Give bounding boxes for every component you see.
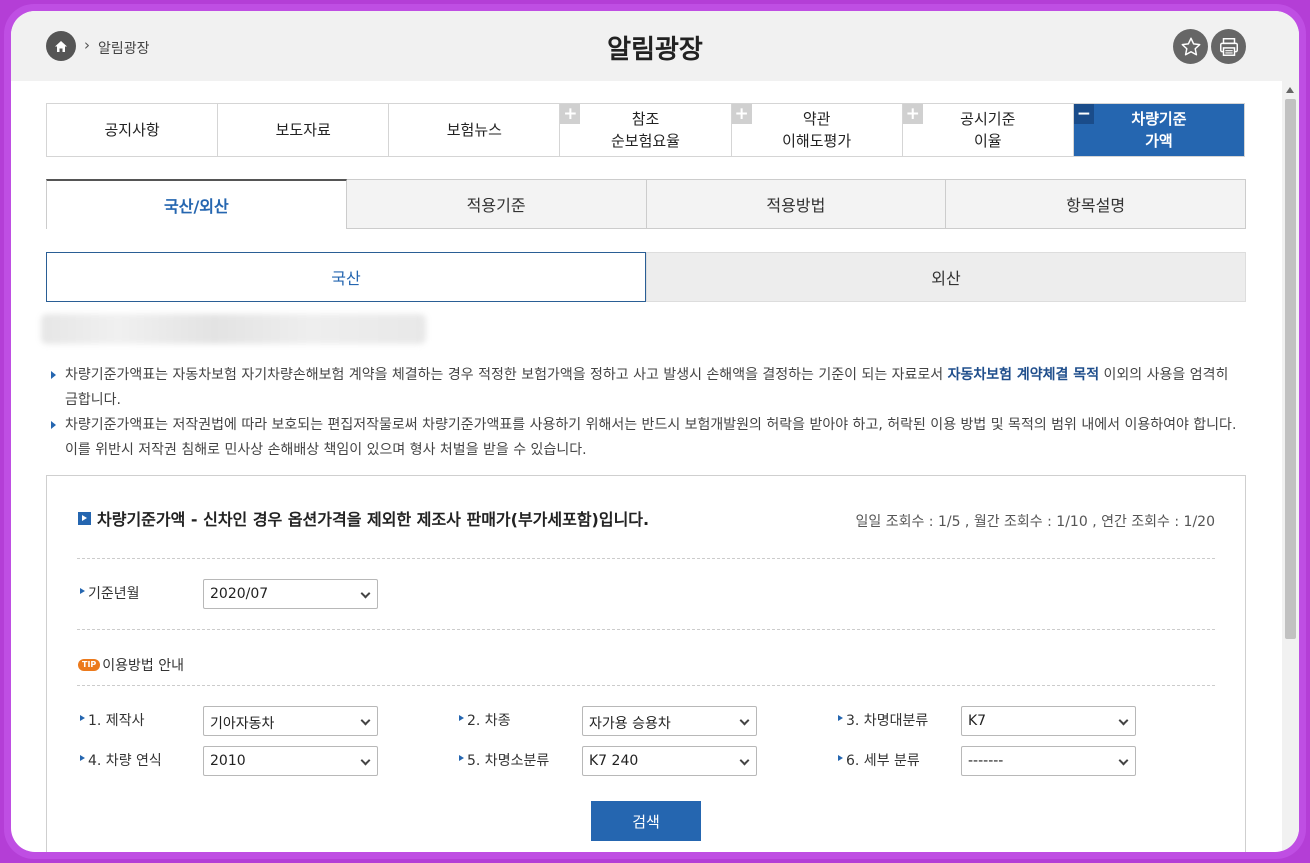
favorite-button[interactable] [1173, 29, 1208, 64]
tab-label: 보도자료 [275, 121, 331, 139]
notice-item: 차량기준가액표는 자동차보험 자기차량손해보험 계약을 체결하는 경우 적정한 … [49, 363, 1244, 413]
tab-item-description[interactable]: 항목설명 [946, 179, 1246, 229]
select-value: ------- [968, 753, 1004, 769]
chevron-down-icon [739, 715, 750, 726]
divider [77, 629, 1215, 630]
page-title: 알림광장 [607, 35, 703, 65]
print-button[interactable] [1211, 29, 1246, 64]
tab-foreign[interactable]: 외산 [646, 252, 1246, 302]
divider [77, 685, 1215, 686]
panel-title-text: 차량기준가액 - 신차인 경우 옵션가격을 제외한 제조사 판매가(부가세포함)… [97, 510, 650, 529]
sub-tabs: 국산/외산 적용기준 적용방법 항목설명 [46, 179, 1246, 229]
expand-plus-icon[interactable]: + [731, 104, 752, 124]
expand-plus-icon[interactable]: + [902, 104, 923, 124]
model-major-label: 3. 차명대분류 [836, 710, 928, 730]
chevron-down-icon [360, 588, 371, 599]
model-year-label: 4. 차량 연식 [78, 750, 162, 770]
tab-reference-rates[interactable]: + 참조순보험요율 [560, 104, 732, 156]
chevron-down-icon [1118, 715, 1129, 726]
base-month-select[interactable]: 2020/07 [203, 579, 378, 609]
detail-class-select[interactable]: ------- [961, 746, 1136, 776]
vertical-scrollbar[interactable] [1282, 81, 1299, 852]
view-counts: 일일 조회수 : 1/5 , 월간 조회수 : 1/10 , 연간 조회수 : … [855, 514, 1215, 530]
collapse-minus-icon[interactable]: − [1073, 104, 1094, 124]
base-month-label: 기준년월 [78, 583, 140, 603]
notice-text: 차량기준가액표는 자동차보험 자기차량손해보험 계약을 체결하는 경우 적정한 … [65, 367, 948, 383]
notice-highlight: 자동차보험 계약체결 목적 [947, 367, 1100, 383]
search-button[interactable]: 검색 [591, 801, 701, 841]
vehicle-type-select[interactable]: 자가용 승용차 [582, 706, 757, 736]
tab-insurance-news[interactable]: 보험뉴스 [389, 104, 561, 156]
tab-label-line2: 이해도평가 [782, 132, 852, 150]
chevron-down-icon [739, 755, 750, 766]
model-minor-select[interactable]: K7 240 [582, 746, 757, 776]
select-value: 자가용 승용차 [589, 716, 671, 732]
tab-label-line1: 차량기준 [1131, 110, 1187, 128]
tab-disclosure-rate[interactable]: + 공시기준이율 [902, 104, 1074, 156]
tab-label-line1: 공시기준 [960, 110, 1016, 128]
usage-guide-link[interactable]: TIP 이용방법 안내 [78, 655, 184, 675]
usage-notice: 차량기준가액표는 자동차보험 자기차량손해보험 계약을 체결하는 경우 적정한 … [49, 363, 1244, 463]
tab-label-line2: 이율 [973, 132, 1002, 150]
manufacturer-label: 1. 제작사 [78, 710, 144, 730]
panel-title: 차량기준가액 - 신차인 경우 옵션가격을 제외한 제조사 판매가(부가세포함)… [78, 506, 649, 530]
printer-icon [1219, 37, 1238, 56]
select-value: 2010 [210, 753, 246, 769]
tab-label: 보험뉴스 [446, 121, 502, 139]
tab-domestic[interactable]: 국산 [46, 252, 646, 302]
select-value: 2020/07 [210, 586, 269, 602]
usage-guide-label: 이용방법 안내 [102, 658, 185, 674]
select-value: 기아자동차 [210, 716, 275, 732]
model-minor-label: 5. 차명소분류 [457, 750, 549, 770]
tab-vehicle-value[interactable]: − 차량기준가액 [1073, 104, 1244, 156]
tab-label-line1: 참조 [631, 110, 660, 128]
notice-text: 차량기준가액표는 저작권법에 따라 보호되는 편집저작물로써 차량기준가액표를 … [65, 417, 1237, 458]
tab-press-releases[interactable]: 보도자료 [218, 104, 390, 156]
scroll-up-arrow-icon[interactable] [1286, 87, 1294, 93]
expand-plus-icon[interactable]: + [560, 104, 581, 124]
tab-application-method[interactable]: 적용방법 [646, 179, 947, 229]
select-value: K7 [968, 713, 987, 729]
detail-class-label: 6. 세부 분류 [836, 750, 920, 770]
chevron-down-icon [1118, 755, 1129, 766]
window-frame: › 알림광장 알림광장 공지사항 보도자료 보험뉴스 + 참조 순보험요율 + … [4, 4, 1306, 859]
notice-item: 차량기준가액표는 저작권법에 따라 보호되는 편집저작물로써 차량기준가액표를 … [49, 413, 1244, 463]
select-value: K7 240 [589, 753, 639, 769]
category-tabs: 공지사항 보도자료 보험뉴스 + 참조순보험요율 + 약관이해도평가 + 공시기… [46, 103, 1245, 157]
tab-terms-evaluation[interactable]: + 약관이해도평가 [731, 104, 903, 156]
chevron-down-icon [360, 715, 371, 726]
tab-label: 공지사항 [104, 121, 160, 139]
vehicle-type-label: 2. 차종 [457, 710, 511, 730]
tab-notices[interactable]: 공지사항 [47, 104, 219, 156]
tab-label-line1: 약관 [802, 110, 831, 128]
divider [77, 558, 1215, 559]
model-year-select[interactable]: 2010 [203, 746, 378, 776]
redacted-text [41, 314, 426, 344]
browser-window: › 알림광장 알림광장 공지사항 보도자료 보험뉴스 + 참조 순보험요율 + … [11, 11, 1299, 852]
tab-label-line2: 순보험요율 [610, 132, 680, 150]
vehicle-search-panel: 차량기준가액 - 신차인 경우 옵션가격을 제외한 제조사 판매가(부가세포함)… [46, 475, 1246, 852]
tab-domestic-foreign[interactable]: 국산/외산 [46, 179, 347, 229]
chevron-down-icon [360, 755, 371, 766]
scroll-thumb[interactable] [1285, 99, 1296, 639]
model-major-select[interactable]: K7 [961, 706, 1136, 736]
tab-label-line2: 가액 [1145, 132, 1173, 150]
tab-application-criteria[interactable]: 적용기준 [346, 179, 647, 229]
play-square-icon [78, 511, 91, 525]
origin-tabs: 국산 외산 [46, 252, 1246, 302]
manufacturer-select[interactable]: 기아자동차 [203, 706, 378, 736]
star-icon [1181, 37, 1200, 56]
tip-badge: TIP [78, 659, 101, 671]
page-header: › 알림광장 알림광장 [11, 11, 1299, 81]
